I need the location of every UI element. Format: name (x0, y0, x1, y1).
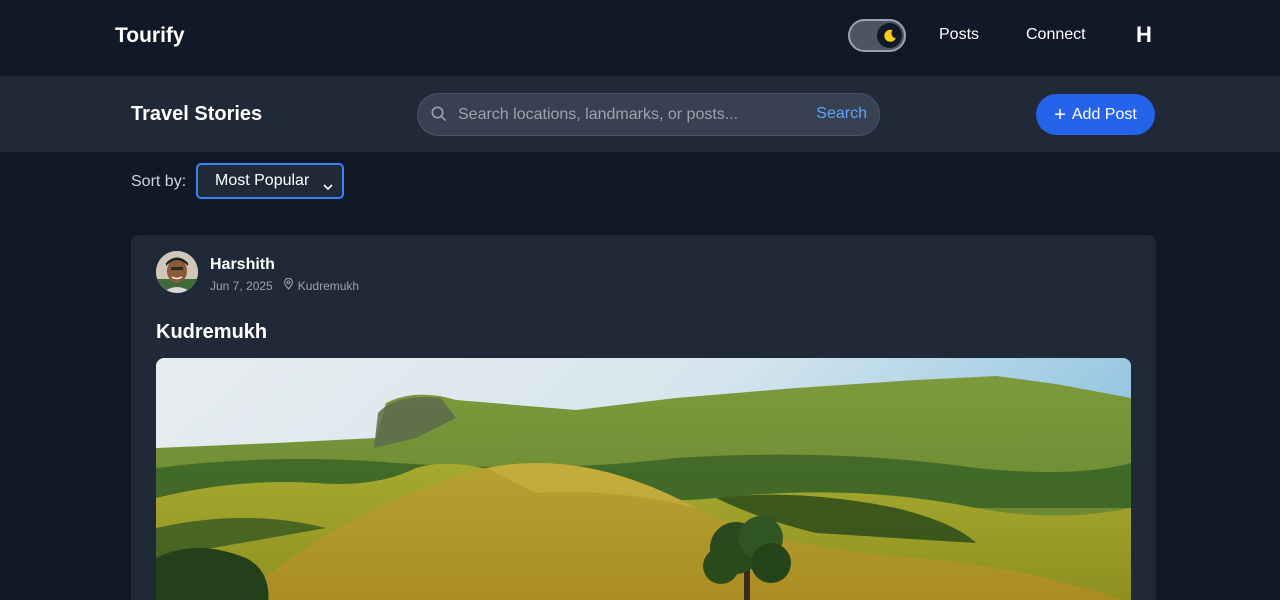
chevron-down-icon (323, 178, 333, 191)
sort-selected-value: Most Popular (215, 172, 310, 189)
search-button[interactable]: Search (816, 105, 867, 123)
post-card[interactable]: Harshith Jun 7, 2025 Kudremukh Kudremukh (131, 235, 1156, 600)
sort-select[interactable]: Most Popular (196, 163, 344, 199)
map-pin-icon (283, 277, 294, 293)
search-bar: Search (417, 93, 880, 136)
top-navbar: Tourify Posts Connect H (0, 0, 1280, 76)
post-location-label: Kudremukh (297, 278, 360, 293)
nav-connect-link[interactable]: Connect (1026, 26, 1086, 44)
user-avatar-button[interactable]: H (1136, 22, 1152, 48)
post-author[interactable]: Harshith (210, 256, 275, 274)
post-location: Kudremukh (283, 277, 360, 293)
post-image[interactable] (156, 358, 1131, 600)
plus-icon: + (1054, 103, 1066, 126)
brand-logo[interactable]: Tourify (115, 24, 185, 48)
post-date: Jun 7, 2025 (210, 278, 273, 293)
stories-header: Travel Stories Search + Add Post (0, 76, 1280, 152)
add-post-label: Add Post (1071, 105, 1137, 123)
page-title: Travel Stories (131, 103, 263, 125)
moon-icon (877, 23, 902, 48)
author-avatar[interactable] (156, 251, 198, 293)
search-icon (430, 105, 448, 123)
sort-label: Sort by: (131, 173, 187, 190)
add-post-button[interactable]: + Add Post (1036, 94, 1155, 135)
post-meta: Jun 7, 2025 Kudremukh (210, 277, 360, 293)
nav-posts-link[interactable]: Posts (939, 26, 979, 44)
theme-toggle[interactable] (848, 19, 906, 52)
search-input[interactable] (458, 94, 808, 135)
post-title[interactable]: Kudremukh (156, 321, 267, 344)
